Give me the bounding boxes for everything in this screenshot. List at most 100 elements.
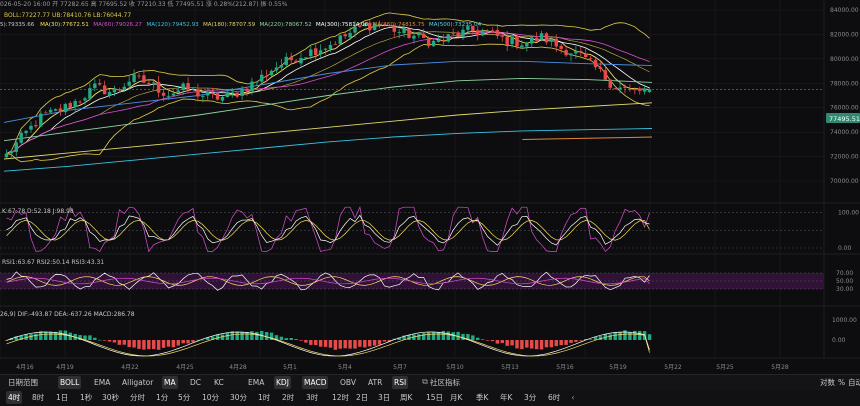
macd-histogram-bar <box>48 331 53 340</box>
axis-mode-toggle[interactable]: 对数 <box>818 376 837 389</box>
interval-option[interactable]: 1分 <box>154 391 170 404</box>
interval-option[interactable]: 分时 <box>128 391 147 404</box>
interval-option[interactable]: 6时 <box>546 391 562 404</box>
macd-histogram-bar <box>539 340 544 350</box>
macd-histogram-bar <box>417 334 421 340</box>
interval-option[interactable]: 1日 <box>54 391 70 404</box>
macd-histogram-bar <box>436 331 441 340</box>
candle-body <box>4 153 9 158</box>
macd-histogram-bar <box>500 340 504 344</box>
macd-histogram-bar <box>495 340 500 344</box>
candle-body <box>510 36 514 45</box>
macd-histogram-bar <box>186 340 190 344</box>
candle-body <box>117 89 122 91</box>
kline-chart[interactable]: 100.00 0.00 70.0050.0030.00 1000.00 0.00 8… <box>0 0 860 374</box>
interval-option[interactable]: 3日 <box>376 391 392 404</box>
candle-body <box>215 92 220 100</box>
candle-body <box>63 104 68 113</box>
interval-option[interactable]: 年K <box>498 391 514 404</box>
interval-option[interactable]: 5分 <box>176 391 192 404</box>
interval-option[interactable]: 1时 <box>256 391 272 404</box>
price-axis-tick: 80000.00 <box>830 56 859 63</box>
macd-histogram-bar <box>480 339 485 340</box>
rsi-axis-tick: 30.00 <box>836 286 853 293</box>
macd-histogram-bar <box>348 340 352 349</box>
macd-histogram-bar <box>127 340 131 348</box>
interval-option[interactable]: 季K <box>474 391 490 404</box>
candle-body <box>520 45 524 48</box>
candle-body <box>122 86 126 90</box>
macd-histogram-bar <box>245 332 249 340</box>
indicator-toggle[interactable]: ATR <box>366 376 384 389</box>
indicator-toggle[interactable]: EMA <box>246 376 266 389</box>
interval-option[interactable]: 2时 <box>280 391 296 404</box>
macd-histogram-bar <box>279 336 284 340</box>
candle-body <box>225 91 230 98</box>
candle-body <box>642 88 647 92</box>
indicator-toggle[interactable]: 日期范围 <box>6 376 40 389</box>
macd-histogram-bar <box>328 340 333 348</box>
candle-body <box>58 108 63 112</box>
macd-histogram-bar <box>156 340 161 350</box>
interval-option[interactable]: 月K <box>448 391 464 404</box>
ma-legend-item: MA(360):74815.75 <box>372 22 425 28</box>
indicator-toggle[interactable]: KDJ <box>274 376 291 389</box>
macd-histogram-bar <box>112 340 117 343</box>
interval-option[interactable]: 周K <box>398 391 414 404</box>
candle-body <box>289 56 293 61</box>
macd-histogram-bar <box>39 331 43 340</box>
candle-body <box>260 74 264 82</box>
boll-line: BOLL:77227.77 UB:78410.76 LB:76044.77 <box>4 12 131 19</box>
ma-legend-item: 5):79335.66 <box>0 22 35 28</box>
candle-body <box>476 30 480 36</box>
interval-option[interactable]: 8时 <box>30 391 46 404</box>
interval-option[interactable]: 10分 <box>200 391 221 404</box>
candle-body <box>220 96 225 101</box>
candle-body <box>44 112 48 114</box>
candle-body <box>132 74 136 82</box>
macd-histogram-bar <box>372 340 377 346</box>
candle-body <box>407 28 411 38</box>
indicator-toggle[interactable]: DC <box>188 376 203 389</box>
candle-body <box>152 82 156 84</box>
candle-body <box>299 58 303 64</box>
interval-option[interactable]: 12时 <box>330 391 351 404</box>
candle-body <box>142 75 146 83</box>
indicator-toggle[interactable]: EMA <box>92 376 112 389</box>
price-axis-tick: 84000.00 <box>830 7 859 14</box>
candle-body <box>368 22 372 31</box>
candle-body <box>48 109 53 113</box>
chevron-left-icon[interactable]: ‹ <box>568 393 578 403</box>
indicator-toggle[interactable]: OBV <box>338 376 358 389</box>
candle-body <box>584 53 588 58</box>
indicator-toggle[interactable]: BOLL <box>58 376 82 389</box>
interval-option[interactable]: 4时 <box>6 391 23 404</box>
date-axis-tick: 4月16 <box>16 364 34 371</box>
indicator-toggle[interactable]: MA <box>162 376 178 389</box>
interval-option[interactable]: 15日 <box>424 391 445 404</box>
macd-histogram-bar <box>338 340 342 349</box>
indicator-toggle[interactable]: KC <box>212 376 226 389</box>
interval-option[interactable]: 3时 <box>304 391 320 404</box>
indicator-toggle[interactable]: RSI <box>392 376 409 389</box>
macd-histogram-bar <box>318 340 323 347</box>
candle-body <box>446 34 450 42</box>
indicator-toggle[interactable]: MACD <box>302 376 329 389</box>
macd-histogram-bar <box>505 340 509 346</box>
interval-option[interactable]: 30秒 <box>100 391 121 404</box>
price-tag-value: 77495.51 <box>829 115 860 123</box>
axis-mode-toggle[interactable]: 自动 <box>846 376 860 389</box>
macd-axis-tick: 1000.00 <box>832 317 857 324</box>
macd-histogram-bar <box>29 334 33 340</box>
indicator-toggle[interactable]: Alligator <box>120 376 155 389</box>
candle-body <box>176 90 180 93</box>
interval-option[interactable]: 3分 <box>522 391 538 404</box>
date-axis-tick: 4月25 <box>176 364 194 371</box>
interval-option[interactable]: 30分 <box>228 391 249 404</box>
candle-body <box>417 32 421 36</box>
macd-histogram-bar <box>564 340 568 345</box>
interval-option[interactable]: 2日 <box>354 391 370 404</box>
candle-body <box>333 43 338 45</box>
indicator-toggle[interactable]: 社区指标 <box>428 376 462 389</box>
interval-option[interactable]: 1秒 <box>78 391 94 404</box>
